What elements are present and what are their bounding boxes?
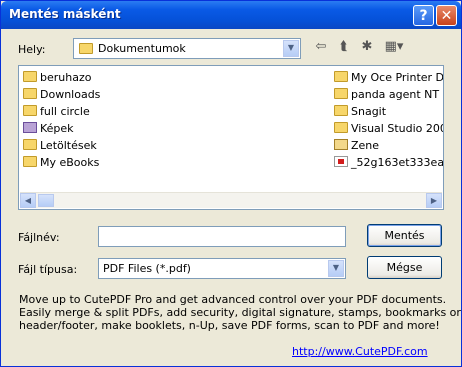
up-folder-icon[interactable]: ⮬ [335,39,353,55]
list-item-label: Visual Studio 2008 [351,122,444,135]
list-item-label: Snagit [351,105,387,118]
list-item-label: Downloads [40,88,101,101]
chevron-down-icon[interactable]: ▼ [328,260,344,277]
list-item-label: Zene [351,139,380,152]
view-menu-icon[interactable]: ▦▾ [382,39,406,55]
folder-icon [334,71,348,82]
folder-icon [23,139,37,150]
save-button[interactable]: Mentés [367,224,442,247]
window-title: Mentés másként [9,7,121,21]
location-label: Hely: [18,43,46,56]
location-value: Dokumentumok [98,42,186,55]
cutepdf-link[interactable]: http://www.CutePDF.com [292,345,428,358]
pdf-icon [334,156,348,167]
list-item-label: beruhazo [40,71,92,84]
list-item-label: Letöltések [40,139,97,152]
list-item-label: panda agent NT [351,88,440,101]
filetype-value: PDF Files (*.pdf) [103,262,191,275]
horizontal-scrollbar[interactable]: ◀ ▶ [20,192,442,208]
chevron-down-icon[interactable]: ▼ [283,40,299,57]
save-as-dialog: Mentés másként ? ✕ Hely: Dokumentumok ▼ … [0,0,462,367]
folder-icon [334,88,348,99]
filename-input[interactable] [98,226,346,247]
promo-line: header/footer, make booklets, n-Up, save… [19,319,440,332]
filename-label: Fájlnév: [18,231,60,244]
title-bar[interactable]: Mentés másként ? ✕ [1,1,461,29]
folder-icon [23,105,37,116]
scroll-left-icon[interactable]: ◀ [20,193,36,208]
folder-icon [334,105,348,116]
filetype-label: Fájl típusa: [18,263,78,276]
new-folder-icon[interactable]: ✱ [358,39,376,55]
back-arrow-icon[interactable]: ⇦ [312,39,330,55]
file-list[interactable]: beruhazo Downloads full circle Képek Letölté… [18,65,444,210]
promo-line: Move up to CutePDF Pro and get advanced … [19,293,447,306]
promo-text: Move up to CutePDF Pro and get advanced … [19,293,461,332]
close-button[interactable]: ✕ [436,5,457,26]
cancel-button[interactable]: Mégse [367,256,442,279]
help-button[interactable]: ? [413,5,434,26]
folder-icon [23,156,37,167]
list-item-label: My eBooks [40,156,100,169]
picture-icon [23,122,37,133]
list-item-label: _52g163et333ea8v [351,156,444,169]
list-item-label: My Oce Printer Driv [351,71,444,84]
scroll-thumb[interactable] [38,194,54,207]
scroll-right-icon[interactable]: ▶ [426,193,442,208]
promo-line: Easily merge & split PDFs, add security,… [19,306,461,319]
music-icon [334,139,348,150]
folder-icon [23,71,37,82]
list-item-label: full circle [40,105,90,118]
location-select[interactable]: Dokumentumok ▼ [73,38,301,59]
filetype-select[interactable]: PDF Files (*.pdf) ▼ [98,258,346,279]
list-item-label: Képek [40,122,74,135]
folder-icon [334,122,348,133]
folder-icon [23,88,37,99]
folder-icon [79,43,93,54]
